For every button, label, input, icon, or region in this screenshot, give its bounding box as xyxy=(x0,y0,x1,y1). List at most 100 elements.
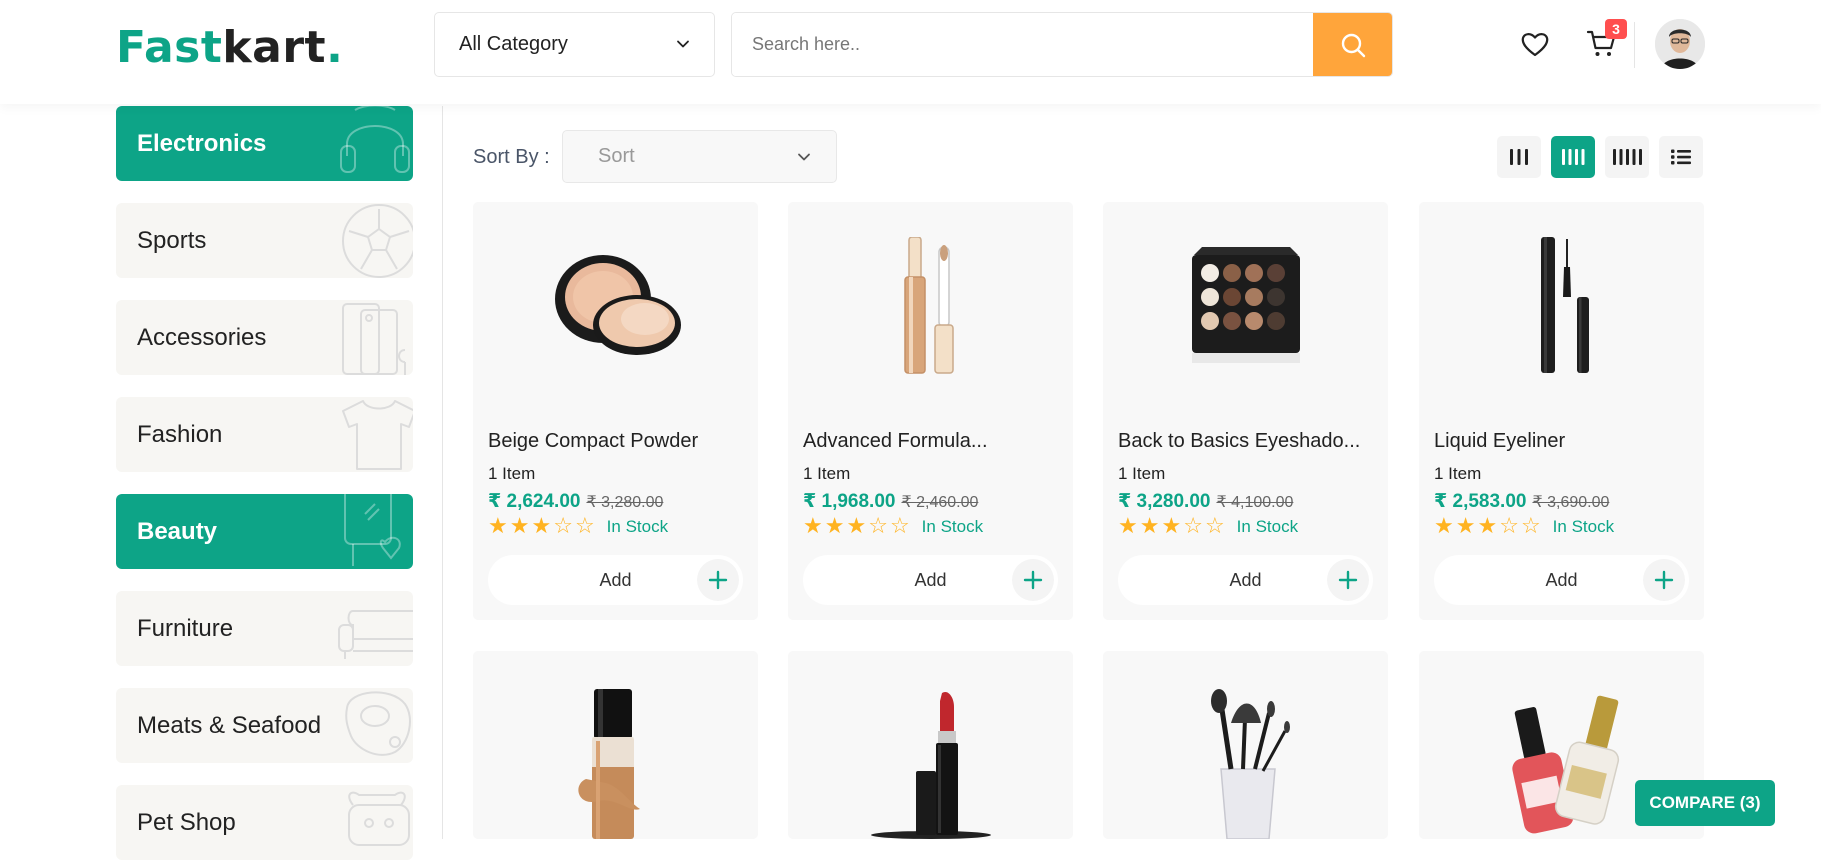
list-view-button[interactable] xyxy=(1659,136,1703,178)
wishlist-button[interactable] xyxy=(1518,27,1552,61)
logo[interactable]: Fastkart. xyxy=(116,22,343,73)
sidebar-item-label: Beauty xyxy=(137,517,218,545)
plus-button[interactable] xyxy=(1012,559,1054,601)
product-card[interactable] xyxy=(1103,651,1388,839)
category-select[interactable]: All Category xyxy=(434,12,715,77)
product-quantity: 1 Item xyxy=(803,464,851,483)
star-filled-icon: ★ xyxy=(846,514,867,539)
product-card[interactable]: Liquid Eyeliner 1 Item ₹ 2,583.00 ₹ 3,690… xyxy=(1419,202,1704,620)
list-icon xyxy=(1671,149,1691,165)
current-price: ₹ 3,280.00 xyxy=(1118,491,1211,512)
nail-polish-image xyxy=(1511,695,1619,834)
old-price: ₹ 3,690.00 xyxy=(1532,494,1610,511)
search-input[interactable] xyxy=(732,13,1312,76)
search-button[interactable] xyxy=(1313,13,1392,76)
compare-button[interactable]: COMPARE (3) xyxy=(1635,780,1775,826)
star-empty-icon: ☆ xyxy=(1520,514,1541,539)
grid-3-icon xyxy=(1510,149,1528,165)
sidebar-item-accessories[interactable]: Accessories xyxy=(116,300,413,375)
product-card[interactable] xyxy=(788,651,1073,839)
avatar-image xyxy=(1655,19,1705,69)
sidebar-item-meats-seafood[interactable]: Meats & Seafood xyxy=(116,688,413,763)
product-card[interactable]: Advanced Formula... 1 Item ₹ 1,968.00 ₹ 2… xyxy=(788,202,1073,620)
star-empty-icon: ☆ xyxy=(1204,514,1225,539)
product-image[interactable] xyxy=(473,651,758,839)
star-filled-icon: ★ xyxy=(509,514,530,539)
search-icon xyxy=(1341,33,1365,57)
compact-powder-image xyxy=(554,255,681,355)
plus-button[interactable] xyxy=(1643,559,1685,601)
grid-5-columns-button[interactable] xyxy=(1605,136,1649,178)
sidebar-item-sports[interactable]: Sports xyxy=(116,203,413,278)
phone-icon xyxy=(342,303,406,375)
chevron-down-icon xyxy=(798,153,810,161)
add-label: Add xyxy=(1229,569,1262,590)
sort-select[interactable]: Sort xyxy=(562,130,837,183)
star-filled-icon: ★ xyxy=(1434,514,1454,539)
sidebar-item-beauty[interactable]: Beauty xyxy=(116,494,413,569)
product-name[interactable]: Beige Compact Powder xyxy=(488,430,743,453)
tshirt-icon xyxy=(342,400,413,470)
user-avatar[interactable] xyxy=(1655,19,1705,69)
product-price: ₹ 2,624.00 ₹ 3,280.00 xyxy=(488,490,663,513)
sidebar-divider xyxy=(442,106,443,839)
stock-status: In Stock xyxy=(921,517,984,536)
product-quantity: 1 Item xyxy=(1434,464,1482,483)
product-image[interactable] xyxy=(788,651,1073,839)
plus-icon xyxy=(708,570,728,590)
sidebar-item-label: Accessories xyxy=(137,323,267,351)
product-card[interactable]: Beige Compact Powder 1 Item ₹ 2,624.00 ₹ … xyxy=(473,202,758,620)
product-rating: ★ ★ ★ ☆ ☆ In Stock xyxy=(1434,516,1614,538)
sidebar-item-fashion[interactable]: Fashion xyxy=(116,397,413,472)
plus-button[interactable] xyxy=(1327,559,1369,601)
current-price: ₹ 2,583.00 xyxy=(1434,491,1527,512)
ball-icon xyxy=(342,204,413,278)
star-filled-icon: ★ xyxy=(803,514,823,539)
product-name[interactable]: Back to Basics Eyeshado... xyxy=(1118,430,1373,453)
grid-4-icon xyxy=(1562,149,1585,165)
add-to-cart-button[interactable]: Add xyxy=(488,555,743,605)
product-rating: ★ ★ ★ ☆ ☆ In Stock xyxy=(488,516,668,538)
add-to-cart-button[interactable]: Add xyxy=(803,555,1058,605)
plus-button[interactable] xyxy=(697,559,739,601)
product-image[interactable] xyxy=(473,202,758,412)
add-to-cart-button[interactable]: Add xyxy=(1118,555,1373,605)
product-card[interactable]: Back to Basics Eyeshado... 1 Item ₹ 3,28… xyxy=(1103,202,1388,620)
add-to-cart-button[interactable]: Add xyxy=(1434,555,1689,605)
product-name[interactable]: Liquid Eyeliner xyxy=(1434,430,1689,453)
star-empty-icon: ☆ xyxy=(889,514,910,539)
lipstick-image xyxy=(870,691,991,839)
sidebar-item-label: Electronics xyxy=(137,129,267,157)
product-rating: ★ ★ ★ ☆ ☆ In Stock xyxy=(803,516,983,538)
stock-status: In Stock xyxy=(1236,517,1299,536)
star-empty-icon: ☆ xyxy=(553,514,573,539)
sort-select-placeholder: Sort xyxy=(598,145,635,167)
stock-status: In Stock xyxy=(1552,517,1615,536)
product-price: ₹ 3,280.00 ₹ 4,100.00 xyxy=(1118,490,1293,513)
current-price: ₹ 1,968.00 xyxy=(803,491,896,512)
product-image[interactable] xyxy=(1103,202,1388,412)
old-price: ₹ 4,100.00 xyxy=(1216,494,1294,511)
product-image[interactable] xyxy=(1419,202,1704,412)
product-rating: ★ ★ ★ ☆ ☆ In Stock xyxy=(1118,516,1298,538)
product-name[interactable]: Advanced Formula... xyxy=(803,430,1058,453)
current-price: ₹ 2,624.00 xyxy=(488,491,581,512)
sidebar-item-pet-shop[interactable]: Pet Shop xyxy=(116,785,413,860)
sidebar-item-label: Fashion xyxy=(137,420,223,448)
search-bar xyxy=(731,12,1393,77)
product-image[interactable] xyxy=(1103,651,1388,839)
plus-icon xyxy=(1023,570,1043,590)
sidebar-item-electronics[interactable]: Electronics xyxy=(116,106,413,181)
grid-5-icon xyxy=(1613,149,1642,165)
foundation-image xyxy=(577,689,640,839)
grid-3-columns-button[interactable] xyxy=(1497,136,1541,178)
sidebar-item-furniture[interactable]: Furniture xyxy=(116,591,413,666)
cart-count-badge: 3 xyxy=(1605,19,1627,39)
product-image[interactable] xyxy=(788,202,1073,412)
sidebar-item-label: Sports xyxy=(137,226,207,254)
product-card[interactable] xyxy=(473,651,758,839)
grid-4-columns-button[interactable] xyxy=(1551,136,1595,178)
meat-icon xyxy=(345,691,411,756)
site-header: Fastkart. All Category 3 xyxy=(0,0,1821,104)
eyeshadow-palette-image xyxy=(1191,247,1300,363)
